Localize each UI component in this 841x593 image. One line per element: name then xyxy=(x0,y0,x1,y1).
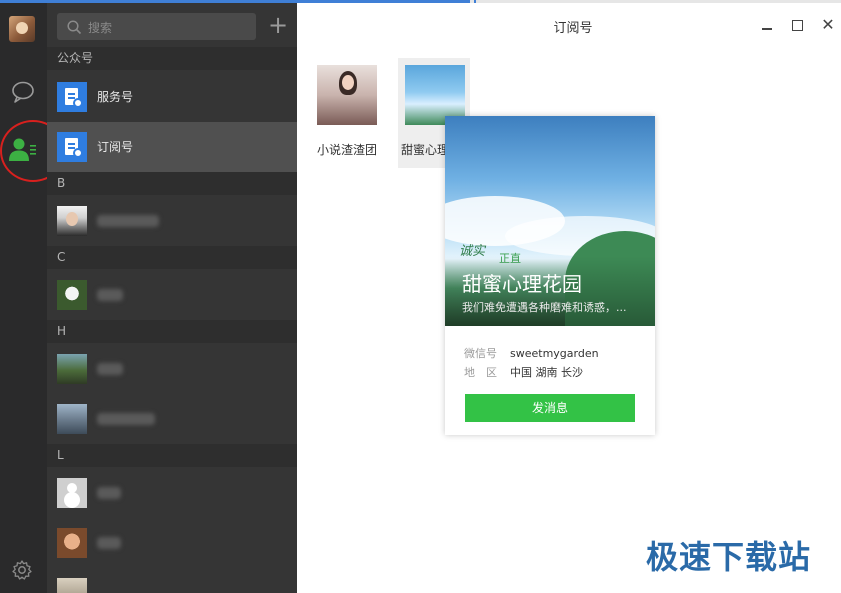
search-icon xyxy=(67,20,82,35)
profile-popup: 诚实 正直 甜蜜心理花园 我们难免遭遇各种磨难和诱惑，... 微信号 sweetm… xyxy=(445,116,655,435)
send-message-button[interactable]: 发消息 xyxy=(465,394,635,422)
blurred-name xyxy=(97,363,123,375)
list-item-contact[interactable] xyxy=(47,468,297,518)
contact-avatar xyxy=(57,404,87,434)
contact-avatar xyxy=(57,354,87,384)
account-avatar xyxy=(317,65,377,125)
blurred-name xyxy=(97,413,155,425)
list-item-contact[interactable] xyxy=(47,196,297,246)
search-box[interactable]: 搜索 xyxy=(57,13,256,40)
region-label: 地 区 xyxy=(464,366,497,379)
group-header-c: C xyxy=(47,246,297,269)
list-item-subscription-account[interactable]: 订阅号 xyxy=(47,122,297,172)
chat-icon[interactable] xyxy=(11,81,35,103)
list-item-label: 订阅号 xyxy=(97,140,134,154)
settings-icon[interactable] xyxy=(11,559,33,581)
region-value: 中国 湖南 长沙 xyxy=(510,366,583,379)
list-item-contact[interactable] xyxy=(47,270,297,320)
maximize-button[interactable] xyxy=(787,15,807,35)
list-item-contact[interactable] xyxy=(47,568,297,593)
list-item-label: 服务号 xyxy=(97,90,134,104)
group-header-b: B xyxy=(47,172,297,195)
contact-avatar xyxy=(57,206,87,236)
contact-avatar xyxy=(57,280,87,310)
watermark-text: 极速下载站 xyxy=(646,538,812,576)
blurred-name xyxy=(97,289,123,301)
contact-list-panel: 搜索 + 公众号 服务号 订阅号 B C H L xyxy=(47,3,297,593)
blurred-name xyxy=(97,537,121,549)
nav-rail xyxy=(0,3,66,593)
list-item-service-account[interactable]: 服务号 xyxy=(47,72,297,122)
blurred-name xyxy=(97,487,121,499)
contact-avatar xyxy=(57,578,87,593)
group-header-l: L xyxy=(47,444,297,467)
list-item-contact[interactable] xyxy=(47,394,297,444)
profile-info: 微信号 sweetmygarden 地 区中国 湖南 长沙 xyxy=(464,344,599,382)
close-button[interactable]: ✕ xyxy=(818,15,838,35)
account-card[interactable]: 小说渣渣团 xyxy=(310,58,382,168)
user-avatar[interactable] xyxy=(9,16,35,42)
group-header-h: H xyxy=(47,320,297,343)
profile-cover-image: 诚实 正直 甜蜜心理花园 我们难免遭遇各种磨难和诱惑，... xyxy=(445,116,655,326)
service-account-icon xyxy=(57,82,87,112)
list-item-contact[interactable] xyxy=(47,518,297,568)
wechat-id-value: sweetmygarden xyxy=(510,347,599,360)
account-name: 小说渣渣团 xyxy=(317,143,378,157)
add-button[interactable]: + xyxy=(267,13,289,40)
contact-avatar xyxy=(57,528,87,558)
profile-name: 甜蜜心理花园 xyxy=(462,272,582,296)
blurred-name xyxy=(97,215,159,227)
subscription-account-icon xyxy=(57,132,87,162)
wechat-id-label: 微信号 xyxy=(464,347,497,360)
search-placeholder: 搜索 xyxy=(88,21,113,35)
group-header-official: 公众号 xyxy=(47,47,297,70)
contact-avatar xyxy=(57,478,87,508)
minimize-button[interactable] xyxy=(757,15,777,35)
profile-description: 我们难免遭遇各种磨难和诱惑，... xyxy=(462,301,627,314)
list-item-contact[interactable] xyxy=(47,344,297,394)
